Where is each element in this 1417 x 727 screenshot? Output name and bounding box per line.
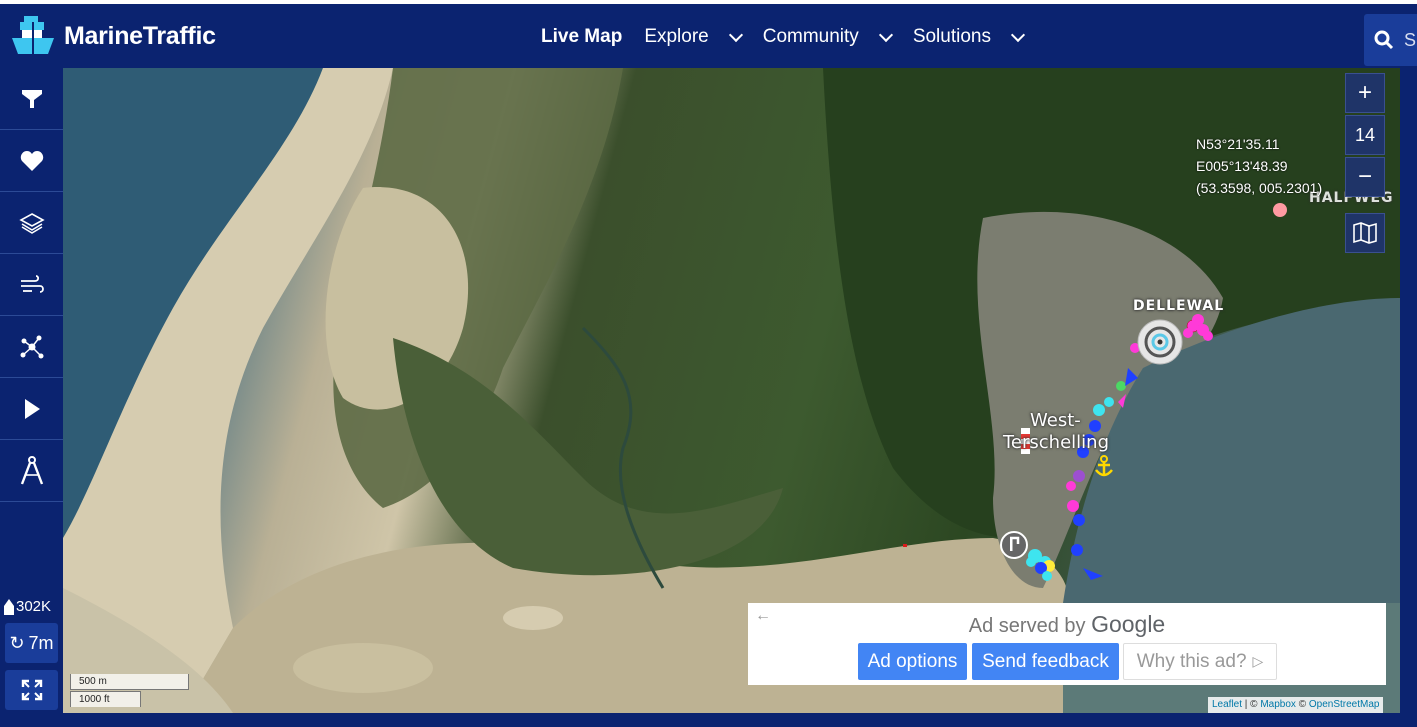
left-sidebar: 302K ↻ 7m: [0, 68, 63, 727]
logo-text: MarineTraffic: [64, 21, 216, 50]
ship-icon: [4, 598, 14, 615]
right-edge-bar: [1400, 68, 1417, 727]
send-feedback-button[interactable]: Send feedback: [972, 643, 1119, 680]
nav-community-label: Community: [762, 26, 859, 47]
scale-imperial: 1000 ft: [70, 691, 141, 707]
nav-solutions[interactable]: Solutions: [912, 26, 1026, 48]
network-icon: [20, 335, 43, 358]
search-placeholder: S: [1404, 29, 1417, 50]
nav-explore-label: Explore: [644, 26, 709, 47]
nav-community[interactable]: Community: [762, 26, 893, 48]
zoom-in-button[interactable]: +: [1345, 73, 1385, 113]
coord-lon: E005°13'48.39: [1196, 158, 1288, 174]
map-icon: [1353, 222, 1377, 244]
osm-link[interactable]: OpenStreetMap: [1309, 699, 1380, 710]
vessel-count-value: 302K: [16, 598, 52, 615]
play-icon: [24, 398, 40, 419]
routes-button[interactable]: [0, 316, 63, 378]
logo[interactable]: MarineTraffic: [10, 14, 216, 58]
map-label-town-line2: Terschelling: [1003, 432, 1110, 453]
ad-panel: ← Ad served by Google Ad options Send fe…: [748, 603, 1386, 685]
chevron-down-icon: [728, 27, 743, 42]
search-input[interactable]: S: [1364, 14, 1417, 66]
port-icon[interactable]: [1000, 531, 1028, 559]
compass-icon: [20, 455, 43, 484]
refresh-label: 7m: [28, 632, 54, 653]
map-label-town-line1: West-: [1030, 410, 1081, 431]
layers-icon: [18, 212, 45, 234]
map-type-button[interactable]: [1345, 213, 1385, 253]
nav-live-map[interactable]: Live Map: [541, 26, 622, 48]
cursor-coordinates: N53°21'35.11 E005°13'48.39 (53.3598, 005…: [1196, 133, 1322, 199]
bottom-edge-bar: [0, 713, 1417, 727]
ad-served-by-text: Ad served by: [968, 615, 1086, 637]
fullscreen-icon: [21, 679, 42, 701]
chevron-down-icon: [1010, 27, 1026, 42]
filter-button[interactable]: [0, 68, 63, 130]
map-label-dellewal: DELLEWAL: [1133, 298, 1225, 314]
mapbox-link[interactable]: Mapbox: [1260, 699, 1296, 710]
zoom-out-button[interactable]: −: [1345, 157, 1385, 197]
ad-options-button[interactable]: Ad options: [858, 643, 967, 680]
ad-served-by: Ad served by Google: [748, 611, 1386, 638]
harbour-target-icon[interactable]: [1137, 319, 1183, 365]
nav-live-map-label: Live Map: [541, 26, 623, 47]
zoom-level: 14: [1345, 115, 1385, 155]
playback-button[interactable]: [0, 378, 63, 440]
anchorage-icon[interactable]: [1095, 455, 1113, 477]
scale-metric: 500 m: [70, 674, 189, 690]
measure-button[interactable]: [0, 440, 63, 502]
nav-explore[interactable]: Explore: [644, 26, 743, 48]
heart-icon: [20, 150, 43, 171]
why-this-ad-button[interactable]: Why this ad? ▷: [1123, 643, 1277, 680]
favourites-button[interactable]: [0, 130, 63, 192]
leaflet-link[interactable]: Leaflet: [1212, 699, 1242, 710]
vessel-count: 302K: [4, 598, 51, 615]
google-logo-text: Google: [1091, 611, 1166, 637]
filter-icon: [21, 89, 42, 108]
fullscreen-button[interactable]: [5, 670, 58, 710]
vessel-marker-pink[interactable]: [1273, 203, 1287, 217]
play-outline-icon: ▷: [1252, 653, 1264, 669]
refresh-button[interactable]: ↻ 7m: [5, 623, 58, 663]
coord-lat: N53°21'35.11: [1196, 136, 1280, 152]
top-navigation-bar: MarineTraffic Live Map Explore Community…: [0, 0, 1417, 68]
main-nav: Live Map Explore Community Solutions: [541, 26, 1026, 48]
coord-decimal: (53.3598, 005.2301): [1196, 180, 1323, 196]
layers-button[interactable]: [0, 192, 63, 254]
search-icon: [1374, 30, 1394, 50]
refresh-icon: ↻: [9, 632, 25, 653]
map-attribution: Leaflet | © Mapbox © OpenStreetMap: [1208, 697, 1384, 713]
chevron-down-icon: [878, 27, 893, 42]
weather-button[interactable]: [0, 254, 63, 316]
zoom-controls: + 14 −: [1345, 73, 1385, 253]
nav-solutions-label: Solutions: [912, 26, 991, 47]
ship-logo-icon: [12, 16, 54, 54]
why-this-ad-label: Why this ad?: [1136, 650, 1247, 672]
ferry-terminal-cluster[interactable]: [1026, 549, 1055, 581]
wind-icon: [20, 274, 44, 293]
